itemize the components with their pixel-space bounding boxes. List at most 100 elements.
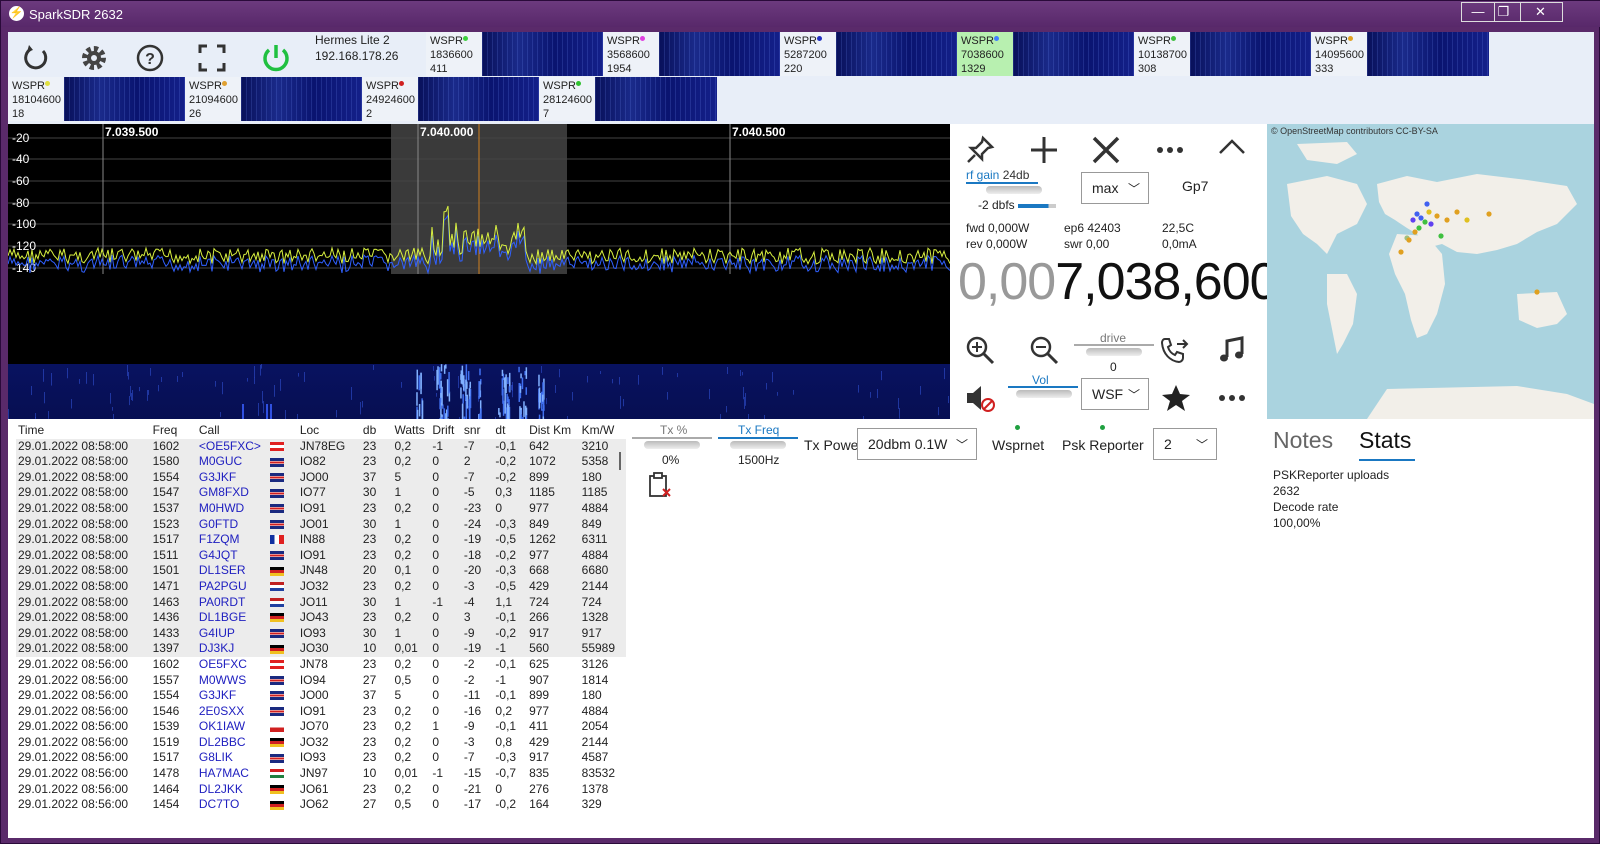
- waterfall-display[interactable]: [8, 364, 950, 419]
- power-button[interactable]: [254, 36, 298, 80]
- decode-row[interactable]: 29.01.2022 08:56:00 1557 M0WWS IO94 27 0,5 0 -2…: [16, 673, 626, 689]
- decode-call[interactable]: DL2BBC: [197, 735, 269, 751]
- audio-button[interactable]: [1212, 330, 1252, 370]
- decode-column-header[interactable]: Call: [197, 423, 269, 439]
- mute-button[interactable]: [960, 378, 1000, 418]
- decode-row[interactable]: 29.01.2022 08:58:00 1397 DJ3KJ JO30 10 0,01 0 -…: [16, 641, 626, 657]
- decode-call[interactable]: G3JKF: [197, 470, 269, 486]
- tx-pct-slider[interactable]: [644, 441, 700, 449]
- decode-row[interactable]: 29.01.2022 08:58:00 1547 GM8FXD IO77 30 1 0 -5 0…: [16, 485, 626, 501]
- count-select[interactable]: 2 ﹀: [1153, 428, 1217, 460]
- decode-column-header[interactable]: snr: [462, 423, 494, 439]
- spot-marker[interactable]: [1464, 217, 1470, 223]
- decode-call[interactable]: <OE5FXC>: [197, 439, 269, 455]
- band-tile[interactable]: WSPR 28124600 7: [539, 77, 717, 121]
- settings-button[interactable]: [72, 36, 116, 80]
- spot-marker[interactable]: [1444, 217, 1450, 223]
- decode-call[interactable]: DL1SER: [197, 563, 269, 579]
- tx-power-select[interactable]: 20dbm 0.1W ﹀: [857, 428, 977, 460]
- band-tile[interactable]: WSPR 7038600 1329: [957, 32, 1135, 76]
- decode-row[interactable]: 29.01.2022 08:56:00 1602 OE5FXC JN78 23 0,2 0 -…: [16, 657, 626, 673]
- spectrum-display[interactable]: -20 -40 -60 -80 -100 -120 -140 7.039.500 7.040.0…: [8, 124, 950, 419]
- decode-call[interactable]: GM8FXD: [197, 485, 269, 501]
- decode-row[interactable]: 29.01.2022 08:56:00 1464 DL2JKK JO61 23 0,2 0-…: [16, 782, 626, 798]
- decode-column-header[interactable]: Freq: [151, 423, 197, 439]
- spot-marker[interactable]: [1428, 221, 1434, 227]
- transmit-button[interactable]: [1154, 330, 1194, 370]
- rf-gain-slider[interactable]: [986, 186, 1042, 194]
- more-button[interactable]: [1150, 130, 1190, 170]
- decode-call[interactable]: DC7TO: [197, 797, 269, 813]
- decode-call[interactable]: M0HWD: [197, 501, 269, 517]
- refresh-button[interactable]: [14, 36, 58, 80]
- decode-row[interactable]: 29.01.2022 08:58:00 1433 G4IUP IO93 30 1 0 -9 -0…: [16, 625, 626, 642]
- decode-row[interactable]: 29.01.2022 08:58:00 1602 <OE5FXC> JN78EG 23 0…: [16, 438, 626, 455]
- drive-slider[interactable]: [1086, 348, 1142, 356]
- decode-column-header[interactable]: Time: [16, 423, 151, 439]
- spot-marker[interactable]: [1410, 217, 1416, 223]
- band-tile[interactable]: WSPR 5287200 220: [780, 32, 958, 76]
- decode-column-header[interactable]: Watts: [392, 423, 430, 439]
- decode-row[interactable]: 29.01.2022 08:58:00 1501 DL1SER JN48 20 0,1 0 -…: [16, 563, 626, 579]
- wsprnet-label[interactable]: Wsprnet: [992, 437, 1044, 453]
- decode-column-header[interactable]: Loc: [298, 423, 361, 439]
- band-tile[interactable]: WSPR 21094600 26: [185, 77, 363, 121]
- more-options-button[interactable]: [1212, 378, 1252, 418]
- favorite-button[interactable]: [1156, 378, 1196, 418]
- decode-column-header[interactable]: Dist Km: [527, 423, 580, 439]
- decode-call[interactable]: G4IUP: [197, 626, 269, 642]
- decode-call[interactable]: G3JKF: [197, 688, 269, 704]
- tab-notes[interactable]: Notes: [1273, 427, 1333, 454]
- zoom-out-button[interactable]: [1024, 330, 1064, 370]
- decode-call[interactable]: M0GUC: [197, 454, 269, 470]
- decode-row[interactable]: 29.01.2022 08:56:00 1519 DL2BBC JO32 23 0,2 0 -…: [16, 735, 626, 751]
- decode-call[interactable]: 2E0SXX: [197, 704, 269, 720]
- spot-marker[interactable]: [1406, 237, 1412, 243]
- decode-row[interactable]: 29.01.2022 08:56:00 1478 HA7MAC JN97 10 0,01-…: [16, 766, 626, 782]
- spot-marker[interactable]: [1434, 213, 1440, 219]
- maximize-button[interactable]: ❐: [1487, 2, 1521, 22]
- spot-marker[interactable]: [1414, 211, 1420, 217]
- band-tile[interactable]: WSPR 10138700 308: [1134, 32, 1312, 76]
- spot-marker[interactable]: [1416, 225, 1422, 231]
- vol-slider[interactable]: [1016, 390, 1072, 398]
- band-tile[interactable]: WSPR 14095600 333: [1311, 32, 1489, 76]
- decode-call[interactable]: PA0RDT: [197, 595, 269, 611]
- decode-row[interactable]: 29.01.2022 08:58:00 1537 M0HWD IO91 23 0,2 0 -2…: [16, 500, 626, 517]
- pin-button[interactable]: [960, 130, 1000, 170]
- band-tile[interactable]: WSPR 18104600 18: [8, 77, 186, 121]
- band-tile[interactable]: WSPR 24924600 2: [362, 77, 540, 121]
- close-receiver-button[interactable]: [1086, 130, 1126, 170]
- frequency-display[interactable]: 0,007,038,600: [958, 252, 1279, 312]
- decode-call[interactable]: M0WWS: [197, 673, 269, 689]
- help-button[interactable]: ?: [128, 36, 172, 80]
- decode-row[interactable]: 29.01.2022 08:58:00 1463 PA0RDT JO11 30 1 -1 -4…: [16, 594, 626, 611]
- decode-row[interactable]: 29.01.2022 08:56:00 1539 OK1IAW JO70 23 0,2 1 -…: [16, 719, 626, 735]
- clear-decodes-button[interactable]: [646, 471, 674, 499]
- spot-marker[interactable]: [1534, 289, 1540, 295]
- decode-call[interactable]: DJ3KJ: [197, 641, 269, 657]
- spot-marker[interactable]: [1418, 215, 1424, 221]
- scrollbar-thumb[interactable]: [619, 452, 621, 470]
- spot-map[interactable]: © OpenStreetMap contributors CC-BY-SA: [1267, 124, 1594, 419]
- decode-column-header[interactable]: Drift: [430, 423, 462, 439]
- decode-row[interactable]: 29.01.2022 08:56:00 1454 DC7TO JO62 27 0,5 0 -1…: [16, 797, 626, 813]
- band-tile[interactable]: WSPR 1836600 411: [426, 32, 604, 76]
- fullscreen-button[interactable]: [190, 36, 234, 80]
- decode-row[interactable]: 29.01.2022 08:56:00 1517 G8LIK IO93 23 0,2 0 -7…: [16, 750, 626, 766]
- agc-select[interactable]: max ﹀: [1081, 172, 1149, 204]
- decode-call[interactable]: DL1BGE: [197, 610, 269, 626]
- band-tile[interactable]: WSPR 3568600 1954: [603, 32, 781, 76]
- spot-marker[interactable]: [1422, 219, 1428, 225]
- decode-row[interactable]: 29.01.2022 08:58:00 1523 G0FTD JO01 30 1 0 -24-…: [16, 516, 626, 533]
- decode-call[interactable]: PA2PGU: [197, 579, 269, 595]
- spot-marker[interactable]: [1438, 233, 1444, 239]
- collapse-button[interactable]: [1212, 126, 1252, 166]
- spot-marker[interactable]: [1486, 211, 1492, 217]
- decode-row[interactable]: 29.01.2022 08:58:00 1517 F1ZQM IN88 23 0,2 0 -1…: [16, 532, 626, 548]
- decode-row[interactable]: 29.01.2022 08:58:00 1471 PA2PGU JO32 23 0,2 0 -…: [16, 578, 626, 595]
- spot-marker[interactable]: [1426, 209, 1432, 215]
- decode-column-header[interactable]: db: [361, 423, 393, 439]
- decode-call[interactable]: G4JQT: [197, 548, 269, 564]
- zoom-in-button[interactable]: [960, 330, 1000, 370]
